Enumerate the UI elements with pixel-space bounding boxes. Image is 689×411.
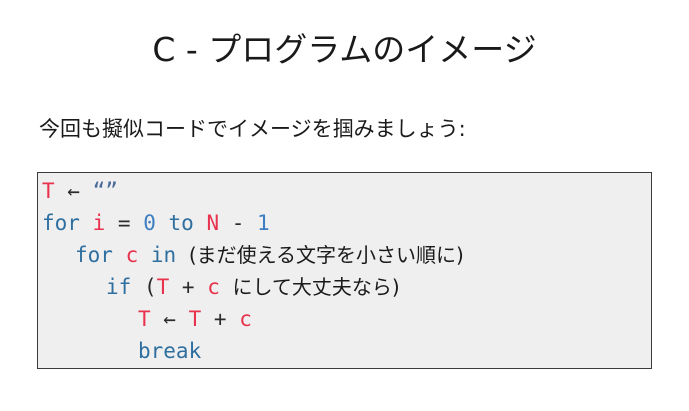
- code-plus: +: [169, 275, 208, 299]
- code-empty-string: “”: [92, 179, 118, 203]
- code-var-c: c: [239, 307, 252, 331]
- code-assign-arrow: ←: [54, 179, 93, 203]
- code-var-c: c: [125, 243, 139, 267]
- code-assign-arrow: ←: [150, 307, 189, 331]
- code-minus: -: [219, 211, 258, 235]
- code-var-t: T: [156, 275, 170, 299]
- code-line-4: if (T + c にして大丈夫なら): [42, 272, 400, 303]
- code-line-3: for c in (まだ使える文字を小さい順に): [42, 240, 464, 271]
- code-line-6: break: [42, 336, 201, 367]
- pseudo-code-block: T ← “” for i = 0 to N - 1 for c in (まだ使え…: [37, 172, 652, 369]
- code-var-t: T: [42, 179, 55, 203]
- code-equals: =: [105, 211, 144, 235]
- code-keyword-to: to: [168, 211, 194, 235]
- code-description: (まだ使える文字を小さい順に): [188, 243, 464, 267]
- code-var-i: i: [92, 211, 106, 235]
- code-keyword-for: for: [75, 243, 113, 267]
- code-line-5: T ← T + c: [42, 304, 252, 335]
- code-number-start: 0: [143, 211, 156, 235]
- code-keyword-for: for: [42, 211, 80, 235]
- code-number-end: 1: [257, 211, 270, 235]
- code-description: にして大丈夫なら): [232, 275, 400, 299]
- code-open-paren: (: [143, 275, 157, 299]
- code-plus: +: [201, 307, 240, 331]
- code-line-2: for i = 0 to N - 1: [42, 208, 270, 239]
- code-var-t: T: [188, 307, 202, 331]
- code-line-1: T ← “”: [42, 176, 118, 207]
- code-keyword-break: break: [138, 339, 202, 363]
- code-keyword-in: in: [150, 243, 177, 267]
- slide-title: C - プログラムのイメージ: [152, 30, 537, 69]
- intro-text: 今回も擬似コードでイメージを掴みましょう:: [39, 117, 466, 141]
- code-var-c: c: [207, 275, 220, 299]
- code-var-t: T: [138, 307, 151, 331]
- code-var-n: N: [206, 211, 220, 235]
- code-keyword-if: if: [106, 275, 132, 299]
